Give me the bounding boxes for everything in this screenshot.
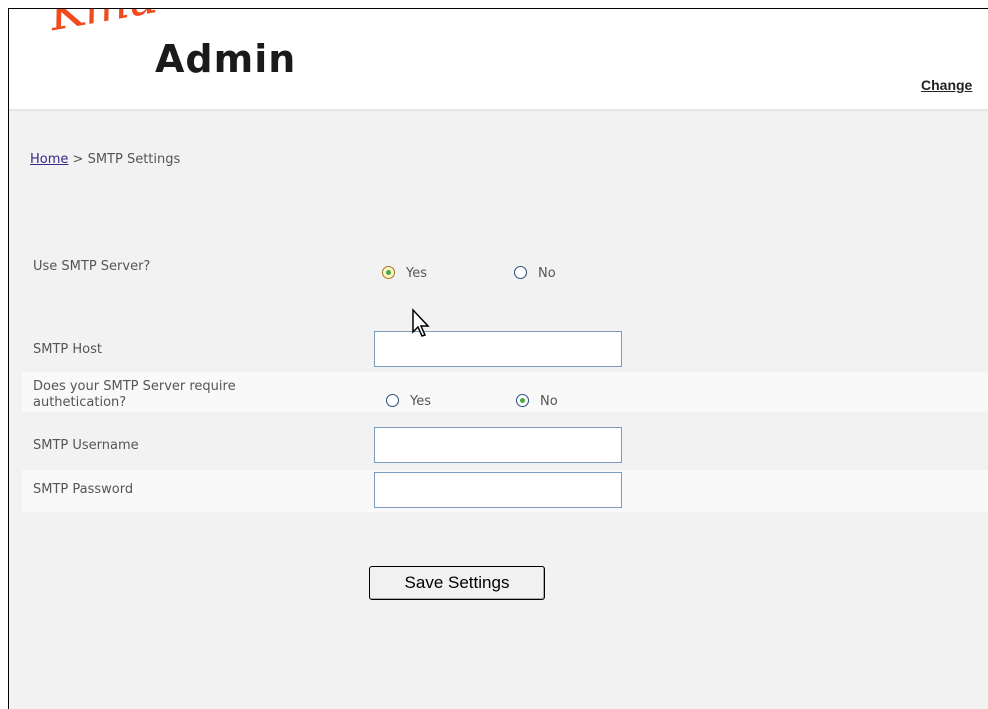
use-smtp-no-label: No [538, 266, 556, 281]
use-smtp-no-radio[interactable] [514, 266, 527, 279]
use-smtp-yes-label: Yes [406, 266, 427, 281]
smtp-username-input[interactable] [374, 427, 622, 463]
smtp-password-input[interactable] [374, 472, 622, 508]
change-link[interactable]: Change [921, 77, 972, 93]
smtp-password-label: SMTP Password [33, 482, 134, 497]
logo-title: Admin [155, 37, 297, 81]
breadcrumb-current: SMTP Settings [87, 152, 181, 167]
logo-script: Kmu [45, 9, 159, 42]
save-settings-button[interactable]: Save Settings [369, 566, 545, 600]
smtp-host-label: SMTP Host [33, 342, 102, 357]
auth-label: Does your SMTP Server require autheticat… [33, 379, 236, 411]
breadcrumb-separator: > [72, 152, 84, 167]
smtp-username-label: SMTP Username [33, 438, 139, 453]
auth-no-radio[interactable] [516, 394, 529, 407]
auth-yes-label: Yes [410, 394, 431, 409]
auth-label-line1: Does your SMTP Server require [33, 379, 236, 394]
auth-no-label: No [540, 394, 558, 409]
breadcrumb-home-link[interactable]: Home [30, 152, 68, 167]
use-smtp-label: Use SMTP Server? [33, 259, 151, 274]
use-smtp-yes-radio[interactable] [382, 266, 395, 279]
breadcrumb: Home > SMTP Settings [30, 152, 180, 167]
header: Kmu Admin Change [9, 9, 988, 111]
auth-yes-radio[interactable] [386, 394, 399, 407]
mouse-cursor-icon [412, 308, 430, 337]
auth-label-line2: authetication? [33, 395, 127, 410]
